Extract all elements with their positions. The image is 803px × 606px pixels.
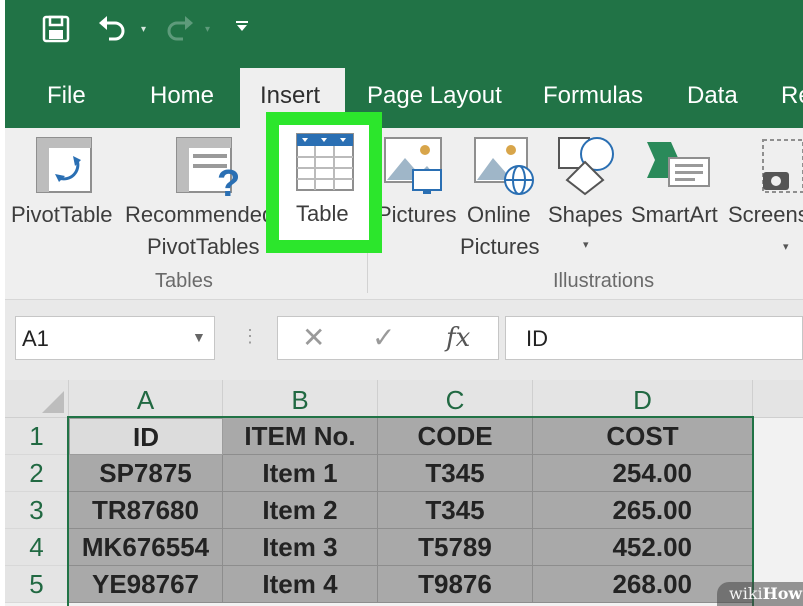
watermark: wikiHow: [717, 582, 803, 606]
cell-b3[interactable]: Item 2: [223, 492, 378, 529]
column-header-e[interactable]: [753, 380, 803, 418]
undo-dropdown-icon[interactable]: ▾: [141, 24, 146, 35]
cell-c1[interactable]: CODE: [378, 418, 533, 455]
row-header-4[interactable]: 4: [5, 529, 69, 566]
recommended-pivottables-label-1[interactable]: Recommended: [125, 202, 274, 228]
screenshot-dropdown-icon[interactable]: ▾: [783, 240, 789, 253]
group-label-tables: Tables: [155, 270, 213, 292]
tab-insert-label: Insert: [260, 82, 321, 109]
cell-b5[interactable]: Item 4: [223, 566, 378, 603]
undo-icon[interactable]: [95, 14, 129, 49]
recommended-pivottables-label-2[interactable]: PivotTables: [147, 234, 260, 260]
select-all-corner[interactable]: [5, 380, 69, 418]
tab-page-layout[interactable]: Page Layout: [367, 82, 502, 110]
table-button-highlight[interactable]: Table: [266, 112, 382, 253]
pivottable-label[interactable]: PivotTable: [11, 202, 113, 228]
enter-icon[interactable]: ✓: [372, 321, 395, 354]
pictures-label[interactable]: Pictures: [377, 202, 456, 228]
name-box-dropdown-icon[interactable]: ▼: [192, 329, 206, 345]
online-pictures-label-2[interactable]: Pictures: [460, 234, 539, 260]
row-header-5[interactable]: 5: [5, 566, 69, 603]
tab-home[interactable]: Home: [150, 82, 214, 110]
spreadsheet-grid: A B C D 1 2 3 4 5 ID ITEM No. CODE COST …: [5, 380, 803, 606]
watermark-prefix: wiki: [729, 584, 763, 603]
ribbon-tabs: File Home Insert Page Layout Formulas Da…: [5, 68, 803, 128]
tab-formulas[interactable]: Formulas: [543, 82, 643, 110]
redo-icon[interactable]: [163, 14, 197, 49]
cell-a1[interactable]: ID: [69, 418, 223, 455]
group-label-illustrations: Illustrations: [553, 270, 655, 292]
pivottable-icon[interactable]: [35, 136, 93, 199]
screenshot-icon[interactable]: [761, 138, 803, 199]
online-pictures-label-1[interactable]: Online: [467, 202, 531, 228]
recommended-pivottables-icon[interactable]: ?: [175, 136, 241, 205]
name-box-value: A1: [22, 326, 49, 351]
cell-c5[interactable]: T9876: [378, 566, 533, 603]
table-icon: [296, 133, 354, 196]
pictures-icon[interactable]: [383, 136, 445, 203]
tab-review[interactable]: Re: [781, 82, 803, 110]
cell-d1[interactable]: COST: [533, 418, 753, 455]
redo-dropdown-icon[interactable]: ▾: [205, 24, 210, 35]
tab-data[interactable]: Data: [687, 82, 738, 110]
column-header-c[interactable]: C: [378, 380, 533, 418]
cell-d4[interactable]: 452.00: [533, 529, 753, 566]
cell-d3[interactable]: 265.00: [533, 492, 753, 529]
title-bar: ▾ ▾: [5, 0, 803, 68]
row-header-2[interactable]: 2: [5, 455, 69, 492]
smartart-icon[interactable]: [645, 140, 711, 195]
cell-c3[interactable]: T345: [378, 492, 533, 529]
cell-a2[interactable]: SP7875: [69, 455, 223, 492]
ribbon: PivotTable ? Recommended PivotTables Tab…: [5, 128, 803, 300]
cancel-icon[interactable]: ✕: [302, 321, 325, 354]
formula-bar-grip-icon[interactable]: ⋮: [241, 326, 259, 347]
smartart-label[interactable]: SmartArt: [631, 202, 718, 228]
name-box[interactable]: A1 ▼: [15, 316, 215, 360]
cell-a3[interactable]: TR87680: [69, 492, 223, 529]
shapes-dropdown-icon[interactable]: ▾: [583, 238, 589, 251]
column-header-a[interactable]: A: [69, 380, 223, 418]
svg-text:?: ?: [217, 163, 240, 198]
cell-c4[interactable]: T5789: [378, 529, 533, 566]
formula-buttons: ✕ ✓ fx: [277, 316, 499, 360]
insert-function-icon[interactable]: fx: [446, 323, 470, 353]
select-all-icon: [42, 391, 64, 413]
save-icon[interactable]: [41, 14, 71, 49]
watermark-suffix: How: [762, 584, 803, 603]
cell-b1[interactable]: ITEM No.: [223, 418, 378, 455]
cell-d2[interactable]: 254.00: [533, 455, 753, 492]
cell-a5[interactable]: YE98767: [69, 566, 223, 603]
cell-b4[interactable]: Item 3: [223, 529, 378, 566]
formula-bar-area: A1 ▼ ⋮ ✕ ✓ fx ID: [5, 300, 803, 380]
formula-input[interactable]: ID: [505, 316, 803, 360]
screenshot-label[interactable]: Screens: [728, 202, 803, 228]
online-pictures-icon[interactable]: [473, 136, 537, 203]
customize-caret-icon[interactable]: [235, 20, 249, 35]
shapes-icon[interactable]: [555, 134, 619, 201]
shapes-label[interactable]: Shapes: [548, 202, 623, 228]
formula-input-value: ID: [526, 326, 548, 351]
cell-b2[interactable]: Item 1: [223, 455, 378, 492]
tab-file[interactable]: File: [47, 82, 86, 110]
column-header-b[interactable]: B: [223, 380, 378, 418]
row-header-3[interactable]: 3: [5, 492, 69, 529]
cell-c2[interactable]: T345: [378, 455, 533, 492]
column-header-d[interactable]: D: [533, 380, 753, 418]
table-button-label: Table: [296, 201, 349, 226]
cell-a4[interactable]: MK676554: [69, 529, 223, 566]
row-header-1[interactable]: 1: [5, 418, 69, 455]
